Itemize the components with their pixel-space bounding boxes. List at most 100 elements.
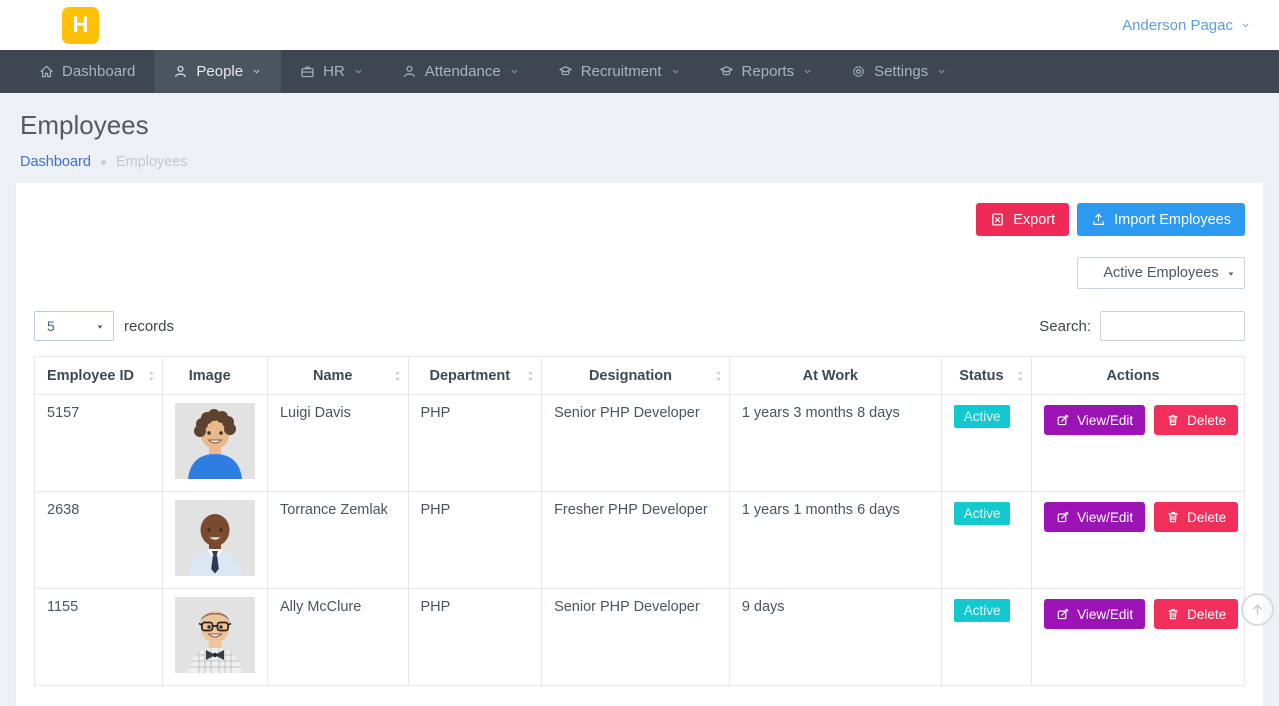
cell-designation: Senior PHP Developer [542,395,730,492]
delete-button[interactable]: Delete [1154,599,1238,629]
graduation-cap-icon [719,64,734,79]
top-header-bar: H Anderson Pagac [0,0,1279,50]
edit-icon [1056,413,1070,427]
search-label: Search: [1039,318,1091,335]
chevron-down-icon [670,66,681,77]
cell-at-work: 9 days [729,589,941,686]
column-header-label: Department [430,368,511,384]
records-control: 5 records [34,311,174,341]
page-head: Employees Dashboard Employees [0,93,1279,183]
cell-employee-id: 2638 [35,492,163,589]
nav-item-reports[interactable]: Reports [700,50,833,93]
breadcrumb-current: Employees [116,154,188,170]
records-per-page-select[interactable]: 5 [34,311,114,341]
delete-label: Delete [1187,607,1226,622]
cell-image [162,395,267,492]
chevron-down-icon [509,66,520,77]
employee-photo [175,500,255,576]
chevron-down-icon [1240,20,1251,31]
trash-icon [1166,510,1180,524]
cell-actions: View/Edit Delete [1032,492,1245,589]
column-header-employee-id[interactable]: Employee ID [35,357,163,395]
nav-item-label: Attendance [425,63,501,80]
upload-icon [1091,212,1106,227]
sort-icon [1015,369,1026,382]
import-button-label: Import Employees [1114,212,1231,228]
records-label: records [124,318,174,335]
edit-icon [1056,510,1070,524]
gear-icon [851,64,866,79]
column-header-department[interactable]: Department [408,357,542,395]
export-button[interactable]: Export [976,203,1069,236]
cell-employee-id: 5157 [35,395,163,492]
column-header-label: At Work [803,368,858,384]
app-logo[interactable]: H [62,7,99,44]
status-badge: Active [954,405,1011,428]
cell-department: PHP [408,589,542,686]
nav-item-dashboard[interactable]: Dashboard [20,50,154,93]
page-title: Employees [20,110,1259,141]
view-edit-label: View/Edit [1077,413,1133,428]
column-header-image: Image [162,357,267,395]
employee-filter-select[interactable]: Active Employees [1077,257,1245,289]
records-selected-value: 5 [47,318,55,334]
column-header-status[interactable]: Status [941,357,1031,395]
home-icon [39,64,54,79]
chevron-down-icon [802,66,813,77]
breadcrumb-link-dashboard[interactable]: Dashboard [20,154,91,170]
nav-item-recruitment[interactable]: Recruitment [539,50,700,93]
cell-name: Luigi Davis [267,395,408,492]
select-arrow-icon [95,322,105,332]
view-edit-button[interactable]: View/Edit [1044,599,1145,629]
cell-designation: Senior PHP Developer [542,589,730,686]
nav-item-label: Settings [874,63,928,80]
nav-item-people[interactable]: People [154,50,281,93]
user-icon [402,64,417,79]
delete-label: Delete [1187,413,1226,428]
scroll-to-top-button[interactable] [1241,593,1274,626]
export-button-label: Export [1013,212,1055,228]
view-edit-button[interactable]: View/Edit [1044,502,1145,532]
cell-actions: View/Edit Delete [1032,589,1245,686]
trash-icon [1166,413,1180,427]
nav-item-label: Reports [742,63,795,80]
nav-item-attendance[interactable]: Attendance [383,50,539,93]
graduation-cap-icon [558,64,573,79]
nav-item-label: Recruitment [581,63,662,80]
sort-icon [392,369,403,382]
search-input[interactable] [1100,311,1245,341]
nav-item-label: People [196,63,243,80]
table-header-row: Employee ID ImageName Department Designatio… [35,357,1245,395]
chevron-down-icon [251,66,262,77]
toolbar-buttons: Export Import Employees [34,203,1245,236]
cell-name: Torrance Zemlak [267,492,408,589]
nav-item-settings[interactable]: Settings [832,50,966,93]
trash-icon [1166,607,1180,621]
chevron-down-icon [936,66,947,77]
user-menu[interactable]: Anderson Pagac [1122,17,1251,34]
cell-at-work: 1 years 3 months 8 days [729,395,941,492]
column-header-designation[interactable]: Designation [542,357,730,395]
employees-table: Employee ID ImageName Department Designatio… [34,356,1245,686]
column-header-name[interactable]: Name [267,357,408,395]
cell-employee-id: 1155 [35,589,163,686]
cell-department: PHP [408,395,542,492]
user-name: Anderson Pagac [1122,17,1233,34]
excel-file-icon [990,212,1005,227]
import-employees-button[interactable]: Import Employees [1077,203,1245,236]
cell-status: Active [941,492,1031,589]
select-arrow-icon [1226,269,1236,279]
delete-button[interactable]: Delete [1154,502,1238,532]
table-row: 5157 Luigi Davis PHP Senior PHP Develope… [35,395,1245,492]
delete-button[interactable]: Delete [1154,405,1238,435]
view-edit-button[interactable]: View/Edit [1044,405,1145,435]
column-header-label: Actions [1106,368,1159,384]
breadcrumb-separator [101,160,106,165]
employee-photo [175,597,255,673]
status-badge: Active [954,502,1011,525]
nav-item-hr[interactable]: HR [281,50,383,93]
column-header-label: Employee ID [47,368,134,384]
sort-icon [713,369,724,382]
table-body: 5157 Luigi Davis PHP Senior PHP Develope… [35,395,1245,686]
filter-row: Active Employees [34,257,1245,289]
